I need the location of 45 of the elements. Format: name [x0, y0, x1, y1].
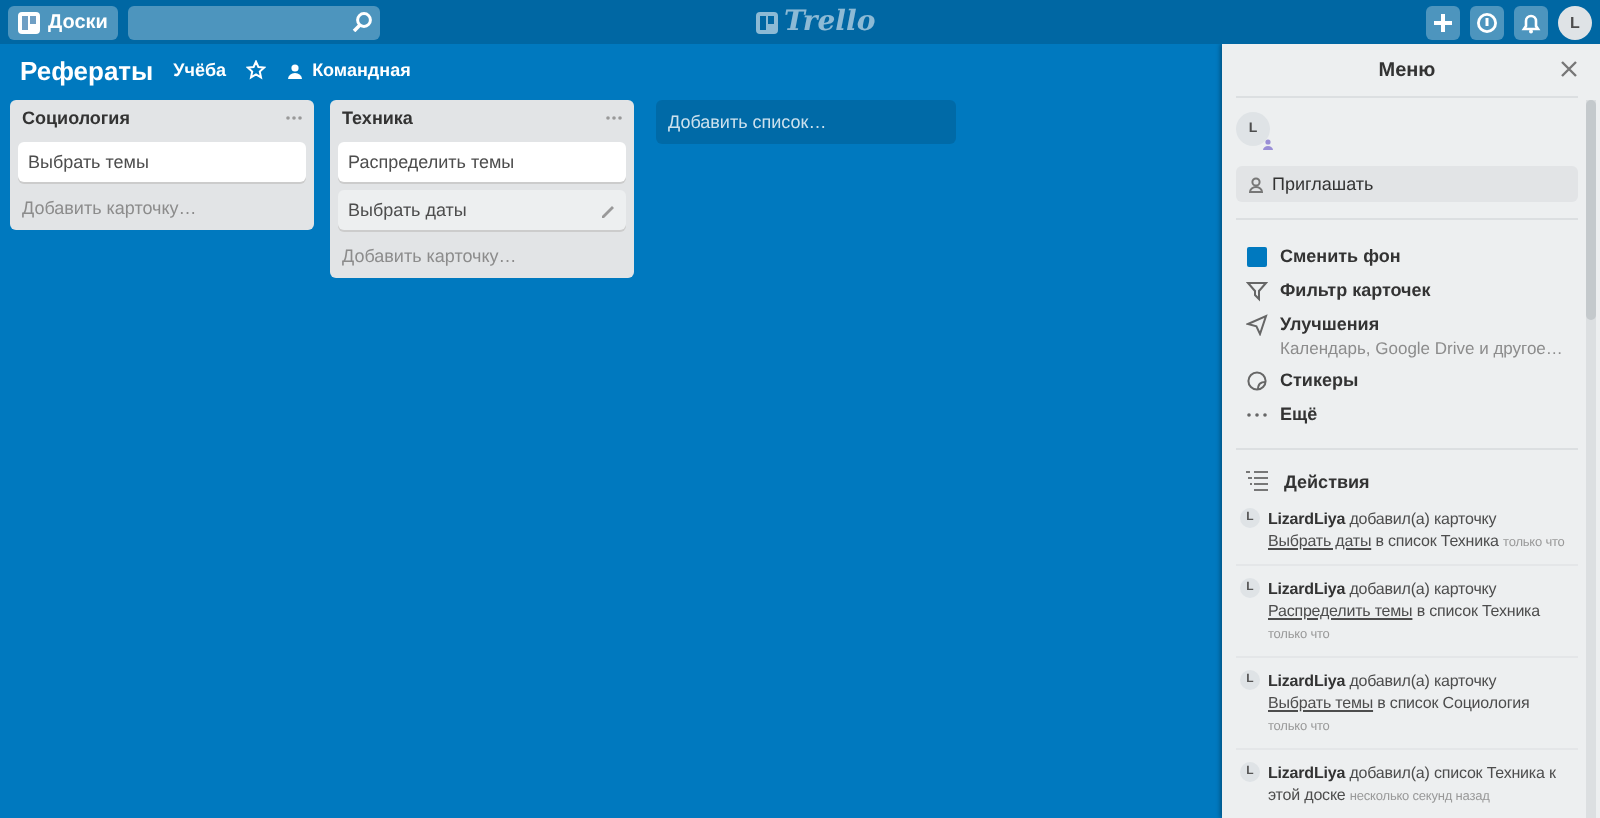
people-icon: [286, 61, 305, 79]
search-field[interactable]: [127, 5, 380, 39]
list-title[interactable]: Социология: [22, 107, 130, 127]
info-button[interactable]: [1470, 5, 1504, 39]
card-link[interactable]: Выбрать темы: [1268, 694, 1374, 712]
card-link[interactable]: Выбрать даты: [1268, 532, 1372, 550]
board-title[interactable]: Рефераты: [20, 55, 154, 85]
pencil-icon: [600, 202, 616, 218]
more-icon: [286, 113, 302, 121]
plus-icon: [1432, 11, 1454, 33]
visibility-button[interactable]: Командная: [286, 60, 411, 80]
person-icon: [1248, 175, 1264, 193]
sticker-icon: [1246, 370, 1268, 392]
add-list-button[interactable]: Добавить список…: [656, 100, 956, 144]
activity-title: Действия: [1284, 471, 1370, 491]
info-icon: [1476, 11, 1498, 33]
add-button[interactable]: [1426, 5, 1460, 39]
card[interactable]: Выбрать даты: [338, 190, 626, 230]
invite-button[interactable]: Приглашать: [1236, 166, 1578, 202]
menu-item[interactable]: Улучшения: [1280, 314, 1563, 334]
more-icon: [606, 113, 622, 121]
logo-icon: [756, 11, 778, 33]
close-icon[interactable]: [1560, 60, 1578, 78]
team-name[interactable]: Учёба: [173, 60, 227, 80]
member-icon: [1262, 138, 1274, 150]
menu-title: Меню: [1378, 59, 1436, 81]
bell-icon: [1520, 11, 1542, 33]
filter-icon: [1246, 280, 1268, 302]
logo-text: Trello: [784, 6, 876, 38]
list-icon: [1246, 470, 1268, 492]
notifications-button[interactable]: [1514, 5, 1548, 39]
search-icon: [351, 12, 372, 32]
menu-item-description: Календарь, Google Drive и другое…: [1280, 338, 1563, 358]
menu-item[interactable]: Ещё: [1236, 398, 1578, 432]
rocket-icon: [1246, 314, 1268, 336]
board-icon: [18, 11, 40, 33]
user-avatar[interactable]: L: [1558, 5, 1592, 39]
card[interactable]: Распределить темы: [338, 142, 626, 182]
list-title[interactable]: Техника: [342, 107, 413, 127]
card[interactable]: Выбрать темы: [18, 142, 306, 182]
card-link[interactable]: Распределить темы: [1268, 602, 1413, 620]
menu-item[interactable]: Фильтр карточек: [1236, 274, 1578, 308]
menu-item[interactable]: Стикеры: [1236, 364, 1578, 398]
menu-item[interactable]: Сменить фон: [1236, 240, 1578, 274]
star-icon: [246, 60, 267, 80]
